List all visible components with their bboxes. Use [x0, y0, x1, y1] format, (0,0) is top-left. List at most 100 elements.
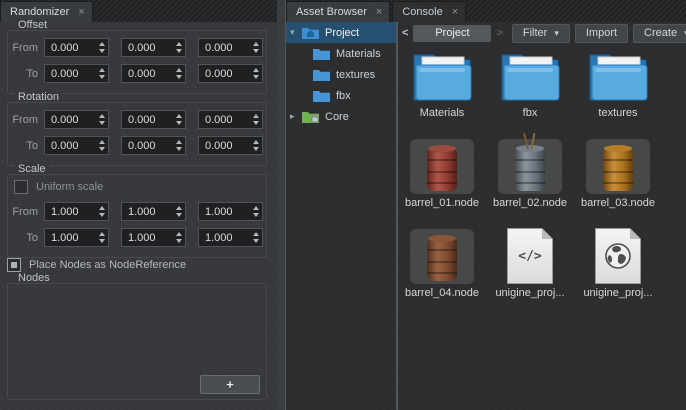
folder-icon: [498, 47, 562, 105]
tree-item-fbx[interactable]: fbx: [286, 85, 396, 106]
asset-barrel-04[interactable]: barrel_04.node: [398, 227, 486, 301]
spinner-arrows[interactable]: [172, 140, 185, 151]
offset-from-y-spinbox[interactable]: 0.000: [121, 38, 186, 57]
tab-label: Randomizer: [10, 6, 69, 18]
tree-item-project[interactable]: ▾ Project: [286, 22, 396, 43]
asset-folder-textures[interactable]: textures: [574, 47, 662, 121]
scale-from-z-spinbox[interactable]: 1.000: [198, 202, 263, 221]
offset-to-row: To 0.000 0.000 0.000: [4, 64, 275, 83]
filter-dropdown[interactable]: Filter ▾: [512, 24, 570, 43]
editor-window: Randomizer × Offset From 0.000 0.000 0.0…: [0, 0, 686, 410]
offset-to-z-spinbox[interactable]: 0.000: [198, 64, 263, 83]
close-icon[interactable]: ×: [376, 6, 382, 18]
spinner-arrows[interactable]: [249, 42, 262, 53]
offset-from-z-spinbox[interactable]: 0.000: [198, 38, 263, 57]
uniform-scale-row: Uniform scale: [14, 180, 103, 194]
asset-folder-fbx[interactable]: fbx: [486, 47, 574, 121]
chevron-down-icon[interactable]: ▾: [290, 27, 301, 38]
row-label: To: [4, 140, 38, 152]
tab-asset-browser[interactable]: Asset Browser ×: [286, 1, 390, 22]
spinner-arrows[interactable]: [95, 68, 108, 79]
scale-to-x-spinbox[interactable]: 1.000: [44, 228, 109, 247]
node-thumbnail: [410, 229, 474, 284]
asset-grid-area: < Project > Filter ▾ Import Create ▾: [398, 22, 686, 410]
spinner-arrows[interactable]: [95, 206, 108, 217]
rotation-from-row: From 0.000 0.000 0.000: [4, 110, 275, 129]
spinner-arrows[interactable]: [95, 232, 108, 243]
asset-globe-file[interactable]: unigine_proj...: [574, 227, 662, 301]
asset-browser-tabbar: Asset Browser × Console ×: [286, 0, 686, 23]
tree-item-materials[interactable]: Materials: [286, 43, 396, 64]
rotation-to-x-spinbox[interactable]: 0.000: [44, 136, 109, 155]
scale-to-y-spinbox[interactable]: 1.000: [121, 228, 186, 247]
asset-toolbar: < Project > Filter ▾ Import Create ▾: [398, 22, 686, 44]
scale-to-z-spinbox[interactable]: 1.000: [198, 228, 263, 247]
close-icon[interactable]: ×: [452, 6, 458, 18]
breadcrumb[interactable]: Project: [413, 25, 491, 42]
import-button[interactable]: Import: [575, 24, 628, 43]
tab-console[interactable]: Console ×: [392, 1, 466, 22]
asset-grid: Materials fbx: [398, 44, 686, 301]
offset-to-x-spinbox[interactable]: 0.000: [44, 64, 109, 83]
spinner-arrows[interactable]: [95, 42, 108, 53]
project-tree: ▾ Project Materials textures: [286, 22, 396, 410]
add-node-button[interactable]: +: [200, 375, 260, 394]
create-dropdown[interactable]: Create ▾: [633, 24, 686, 43]
spinner-arrows[interactable]: [172, 68, 185, 79]
node-thumbnail: [586, 139, 650, 194]
offset-from-row: From 0.000 0.000 0.000: [4, 38, 275, 57]
spinner-arrows[interactable]: [172, 114, 185, 125]
folder-icon: [313, 68, 330, 81]
rotation-from-y-spinbox[interactable]: 0.000: [121, 110, 186, 129]
row-label: From: [4, 206, 38, 218]
spinner-arrows[interactable]: [172, 206, 185, 217]
scale-from-y-spinbox[interactable]: 1.000: [121, 202, 186, 221]
asset-code-file[interactable]: </> unigine_proj...: [486, 227, 574, 301]
scale-from-x-spinbox[interactable]: 1.000: [44, 202, 109, 221]
chevron-right-icon[interactable]: ▸: [290, 111, 301, 122]
spinner-arrows[interactable]: [172, 232, 185, 243]
panel-splitter[interactable]: [277, 0, 286, 410]
row-label: To: [4, 68, 38, 80]
rotation-from-x-spinbox[interactable]: 0.000: [44, 110, 109, 129]
project-folder-icon: [302, 26, 319, 39]
asset-label: textures: [598, 105, 637, 121]
spinner-arrows[interactable]: [249, 232, 262, 243]
offset-to-y-spinbox[interactable]: 0.000: [121, 64, 186, 83]
scale-to-row: To 1.000 1.000 1.000: [4, 228, 275, 247]
spinner-arrows[interactable]: [172, 42, 185, 53]
asset-barrel-02[interactable]: barrel_02.node: [486, 137, 574, 211]
spinner-arrows[interactable]: [249, 114, 262, 125]
asset-barrel-01[interactable]: barrel_01.node: [398, 137, 486, 211]
offset-from-x-spinbox[interactable]: 0.000: [44, 38, 109, 57]
back-button[interactable]: <: [402, 27, 408, 39]
randomizer-panel: Randomizer × Offset From 0.000 0.000 0.0…: [0, 0, 277, 410]
tree-item-label: Core: [325, 111, 349, 123]
place-nodes-checkbox[interactable]: [7, 258, 21, 272]
tree-item-textures[interactable]: textures: [286, 64, 396, 85]
uniform-scale-checkbox[interactable]: [14, 180, 28, 194]
spinner-arrows[interactable]: [249, 206, 262, 217]
core-folder-lock-icon: [302, 110, 319, 123]
spinner-arrows[interactable]: [249, 140, 262, 151]
spinner-arrows[interactable]: [249, 68, 262, 79]
spinner-arrows[interactable]: [95, 114, 108, 125]
asset-barrel-03[interactable]: barrel_03.node: [574, 137, 662, 211]
tree-item-label: fbx: [336, 90, 351, 102]
nodes-list[interactable]: +: [7, 283, 267, 400]
rotation-from-z-spinbox[interactable]: 0.000: [198, 110, 263, 129]
rotation-to-y-spinbox[interactable]: 0.000: [121, 136, 186, 155]
close-icon[interactable]: ×: [78, 6, 84, 18]
forward-button[interactable]: >: [496, 27, 502, 39]
rotation-to-z-spinbox[interactable]: 0.000: [198, 136, 263, 155]
tree-item-label: Materials: [336, 48, 381, 60]
rotation-to-row: To 0.000 0.000 0.000: [4, 136, 275, 155]
tree-item-core[interactable]: ▸ Core: [286, 106, 396, 127]
asset-browser-panel: Asset Browser × Console × ▾ Project: [277, 0, 686, 410]
asset-folder-materials[interactable]: Materials: [398, 47, 486, 121]
folder-icon: [410, 47, 474, 105]
asset-label: unigine_proj...: [495, 285, 564, 301]
tree-item-label: textures: [336, 69, 375, 81]
spinner-arrows[interactable]: [95, 140, 108, 151]
asset-label: unigine_proj...: [583, 285, 652, 301]
